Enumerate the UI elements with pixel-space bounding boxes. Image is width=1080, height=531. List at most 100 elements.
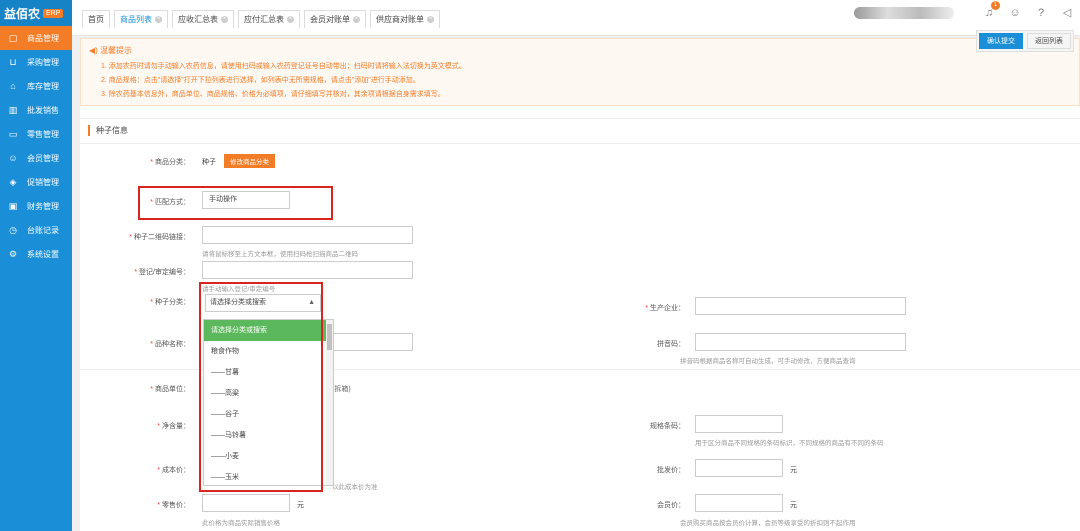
sidebar-item-inventory[interactable]: ⌂ 库存管理 [0,74,72,98]
member-hint: 会员购买商品按会员价计算，会员等级享受的折扣则不起作用 [680,520,856,527]
pinyin-label: 拼音码： [657,341,685,348]
tag-icon: ◈ [9,176,17,187]
tab-member-statement[interactable]: 会员对账单 × [304,10,366,28]
sidebar-item-goods[interactable]: ▢ 商品管理 [0,26,72,50]
user-info[interactable] [854,7,954,19]
top-bar: 首页 商品列表 × 应收汇总表 × 应付汇总表 × 会员对账单 × 供应商对账单… [72,0,1080,36]
action-bar: 确认提交 返回列表 [976,30,1074,52]
sidebar-item-promotion[interactable]: ◈ 促销管理 [0,170,72,194]
collapse-icon[interactable]: ◁ [1060,6,1074,20]
edit-category-button[interactable]: 修改商品分类 [224,154,275,168]
sidebar-item-label: 系统设置 [27,249,59,259]
gear-icon: ⚙ [8,248,18,259]
tab-home[interactable]: 首页 [82,10,110,28]
sidebar: 益佰农 ERP ▢ 商品管理 ⊔ 采购管理 ⌂ 库存管理 ▥ 批发销售 ▭ 零售… [0,0,72,531]
tab-goods-list[interactable]: 商品列表 × [114,10,168,28]
member-icon: ☺ [8,153,18,163]
tab-label: 应付汇总表 [244,15,284,24]
barcode-label: 规格条码： [650,423,685,430]
notice-line: 3. 除农药基本信息外，商品单位、商品规格、价格为必填项，请仔细填写并核对，其余… [101,91,445,98]
member-price-input[interactable] [695,494,783,512]
logo-badge: ERP [43,8,64,18]
sidebar-item-member[interactable]: ☺ 会员管理 [0,146,72,170]
pinyin-input[interactable] [695,333,906,351]
tab-supplier-statement[interactable]: 供应商对账单 × [370,10,440,28]
registration-label: * 登记/审定编号： [134,269,190,276]
sidebar-item-label: 财务管理 [27,201,59,211]
clock-icon: ◷ [9,224,17,235]
tab-label: 商品列表 [120,15,152,24]
qrcode-hint: 请将鼠标移至上方文本框，使用扫码枪扫描商品二维码 [202,251,358,258]
close-icon[interactable]: × [155,16,162,23]
sidebar-item-finance[interactable]: ▣ 财务管理 [0,194,72,218]
sidebar-item-purchase[interactable]: ⊔ 采购管理 [0,50,72,74]
cost-price-hint: 以此成本价为准 [332,484,378,491]
net-weight-label: * 净含量： [157,423,190,430]
sidebar-item-wholesale[interactable]: ▥ 批发销售 [0,98,72,122]
close-icon[interactable]: × [353,16,360,23]
retail-hint: 此价格为商品实际销售价格 [202,520,280,527]
pinyin-hint: 拼音码根据商品名称可自动生成，可手动修改，方便商品查询 [680,358,856,365]
retail-price-input[interactable] [202,494,290,512]
retail-unit: 元 [297,502,304,509]
sidebar-item-label: 库存管理 [27,81,59,91]
logo: 益佰农 ERP [0,0,72,26]
seed-type-label: * 种子分类： [150,299,190,306]
sidebar-item-label: 采购管理 [27,57,59,67]
qrcode-input[interactable] [202,226,413,244]
barcode-hint: 用于区分商品不同规格的条码标识，不同规格的商品有不同的条码 [695,440,884,447]
producer-input[interactable] [695,297,906,315]
notification-badge: 1 [991,1,1000,10]
highlight-seed-type [199,282,323,492]
confirm-submit-button[interactable]: 确认提交 [979,33,1023,49]
section-title: 种子信息 [88,125,128,136]
tab-payable-summary[interactable]: 应付汇总表 × [238,10,300,28]
cost-price-label: * 成本价： [157,467,190,474]
wholesale-label: 批发价： [657,467,685,474]
producer-label: * 生产企业： [645,305,685,312]
unit-note: (拆箱) [332,386,351,393]
top-right-tools: ♫ 1 ☺ ? ◁ [854,1,1074,20]
sidebar-item-label: 批发销售 [27,105,59,115]
back-to-list-button[interactable]: 返回列表 [1027,33,1071,49]
section-divider [80,143,1080,144]
sidebar-item-label: 零售管理 [27,129,59,139]
sidebar-item-label: 会员管理 [27,153,59,163]
finance-icon: ▣ [8,200,18,211]
variety-label: * 品种名称： [150,341,190,348]
tab-label: 会员对账单 [310,15,350,24]
sidebar-item-ledger[interactable]: ◷ 台账记录 [0,218,72,242]
member-price-label: 会员价： [657,502,685,509]
main-content: ◀) 温馨提示 1. 添加农药时请勿手动输入农药信息，请使用扫码或输入农药登记证… [80,38,1080,531]
dropdown-scrollbar[interactable] [326,320,333,485]
tab-label: 供应商对账单 [376,15,424,24]
tab-label: 首页 [88,15,104,24]
notice-title: ◀) 温馨提示 [89,46,133,55]
close-icon[interactable]: × [287,16,294,23]
cart-icon: ⊔ [9,56,17,67]
close-icon[interactable]: × [221,16,228,23]
highlight-match-mode [138,186,333,220]
close-icon[interactable]: × [427,16,434,23]
notice-line: 2. 商品规格：点击"请选择"打开下拉列表进行选择，如列表中无所需规格，请点击"… [101,77,420,84]
sidebar-item-retail[interactable]: ▭ 零售管理 [0,122,72,146]
wholesale-unit: 元 [790,467,797,474]
warehouse-icon: ⌂ [10,81,16,91]
sidebar-item-label: 商品管理 [27,33,59,43]
notice-line: 1. 添加农药时请勿手动输入农药信息，请使用扫码或输入农药登记证号自动带出；扫码… [101,63,466,70]
chart-icon: ▥ [8,104,18,115]
tab-bar: 首页 商品列表 × 应收汇总表 × 应付汇总表 × 会员对账单 × 供应商对账单… [82,10,444,28]
barcode-input[interactable] [695,415,783,433]
sidebar-item-settings[interactable]: ⚙ 系统设置 [0,242,72,266]
logo-text: 益佰农 [4,6,41,21]
scrollbar-thumb[interactable] [327,324,332,350]
wholesale-input[interactable] [695,459,783,477]
bell-icon[interactable]: ♫ 1 [982,1,1000,20]
help-icon[interactable]: ? [1034,6,1048,20]
user-icon[interactable]: ☺ [1008,6,1022,20]
sidebar-item-label: 台账记录 [27,225,59,235]
variety-input[interactable] [324,333,413,351]
retail-price-label: * 零售价： [157,502,190,509]
tab-receivable-summary[interactable]: 应收汇总表 × [172,10,234,28]
registration-input[interactable] [202,261,413,279]
